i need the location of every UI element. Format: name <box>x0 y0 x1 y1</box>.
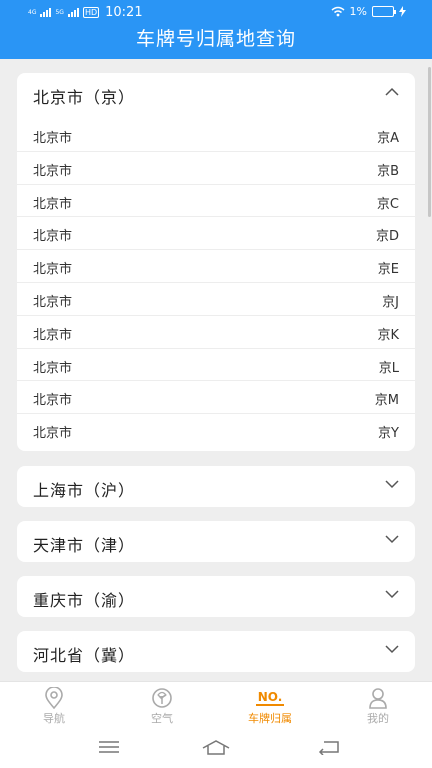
plate-code: 京K <box>377 327 399 343</box>
city-name: 北京市 <box>33 196 73 212</box>
plate-list: 北京市 京A 北京市 京B 北京市 京C 北京市 京D 北京市 京E 北京市 京J 北京市京… <box>17 119 415 447</box>
tab-label: 空气 <box>151 712 173 725</box>
scrollbar[interactable] <box>428 67 431 217</box>
tab-label: 车牌归属 <box>248 712 292 725</box>
plate-code: 京E <box>377 262 399 278</box>
plate-row[interactable]: 北京市 京Y <box>17 414 415 447</box>
city-name: 北京市 <box>33 229 73 245</box>
province-name: 重庆市（渝） <box>33 591 136 610</box>
plate-row[interactable]: 北京市 京D <box>17 217 415 251</box>
status-time: 10:21 <box>105 5 143 20</box>
back-icon[interactable] <box>318 739 340 755</box>
plate-code: 京A <box>377 131 399 146</box>
tab-plate-lookup[interactable]: NO. 车牌归属 <box>216 686 324 726</box>
tab-label: 我的 <box>367 712 389 725</box>
status-bar: 4G 5G HD 10:21 1% <box>0 0 432 26</box>
tab-navigation[interactable]: 导航 <box>0 686 108 726</box>
city-name: 北京市 <box>33 360 73 376</box>
no-icon: NO. <box>255 690 285 706</box>
home-icon[interactable] <box>202 739 230 755</box>
city-name: 北京市 <box>33 131 73 146</box>
network-5g-label: 5G <box>55 8 64 16</box>
chevron-down-icon <box>385 645 399 654</box>
signal-icon-2 <box>67 8 79 17</box>
plate-row[interactable]: 北京市 京C <box>17 185 415 218</box>
plate-code: 京B <box>377 163 399 179</box>
battery-percent: 1% <box>349 5 367 18</box>
province-header[interactable]: 北京市（京） <box>17 73 415 114</box>
province-list[interactable]: 北京市（京） 北京市 京A 北京市 京B 北京市 京C 北京市 京D 北京市 京E 北京市… <box>0 59 432 681</box>
page-title: 车牌号归属地查询 <box>135 28 296 50</box>
chevron-down-icon <box>385 480 399 489</box>
hd-badge: HD <box>82 7 100 18</box>
province-card-tianjin[interactable]: 天津市（津） <box>17 521 415 562</box>
system-nav-bar <box>0 731 432 768</box>
person-icon <box>369 688 387 709</box>
city-name: 北京市 <box>33 327 73 343</box>
plate-code: 京L <box>378 360 399 376</box>
province-name: 天津市（津） <box>33 536 136 555</box>
plate-row[interactable]: 北京市 京M <box>17 381 415 415</box>
province-card-expanded: 北京市（京） 北京市 京A 北京市 京B 北京市 京C 北京市 京D 北京市 京E 北京市… <box>17 73 415 451</box>
plate-row[interactable]: 北京市 京L <box>17 349 415 382</box>
chevron-up-icon <box>385 87 399 96</box>
bottom-tab-bar: 导航 空气 NO. 车牌归属 我的 <box>0 681 432 731</box>
tab-air[interactable]: 空气 <box>108 686 216 726</box>
city-name: 北京市 <box>33 262 73 278</box>
city-name: 北京市 <box>33 393 73 409</box>
plate-code: 京J <box>382 294 399 310</box>
province-card-hebei[interactable]: 河北省（冀） <box>17 631 415 672</box>
signal-icon <box>40 8 52 17</box>
plate-code: 京Y <box>378 426 399 442</box>
plate-code: 京D <box>375 229 399 245</box>
tab-label: 导航 <box>43 712 65 725</box>
plate-code: 京M <box>374 393 399 409</box>
plate-code: 京C <box>376 196 399 212</box>
battery-icon <box>372 6 396 17</box>
location-pin-icon <box>45 687 63 709</box>
menu-icon[interactable] <box>98 739 120 755</box>
province-name: 河北省（冀） <box>33 646 136 665</box>
chevron-down-icon <box>385 535 399 544</box>
plate-row[interactable]: 北京市 京K <box>17 316 415 349</box>
city-name: 北京市 <box>33 426 73 442</box>
province-card-chongqing[interactable]: 重庆市（渝） <box>17 576 415 617</box>
charging-icon <box>399 6 406 17</box>
leaf-icon <box>152 688 172 708</box>
city-name: 北京市 <box>33 163 73 179</box>
city-name: 北京市 <box>33 294 73 310</box>
wifi-icon <box>331 6 345 17</box>
chevron-down-icon <box>385 590 399 599</box>
province-name: 北京市（京） <box>33 88 136 107</box>
plate-row[interactable]: 北京市 京J <box>17 283 415 316</box>
province-card-shanghai[interactable]: 上海市（沪） <box>17 466 415 507</box>
network-4g-label: 4G <box>28 8 37 16</box>
province-name: 上海市（沪） <box>33 481 136 500</box>
app-header: 4G 5G HD 10:21 1% 车牌号归属地查询 <box>0 0 432 59</box>
plate-row[interactable]: 北京市 京A <box>17 119 415 152</box>
tab-profile[interactable]: 我的 <box>324 686 432 726</box>
plate-row[interactable]: 北京市 京E <box>17 250 415 283</box>
plate-row[interactable]: 北京市 京B <box>17 152 415 185</box>
